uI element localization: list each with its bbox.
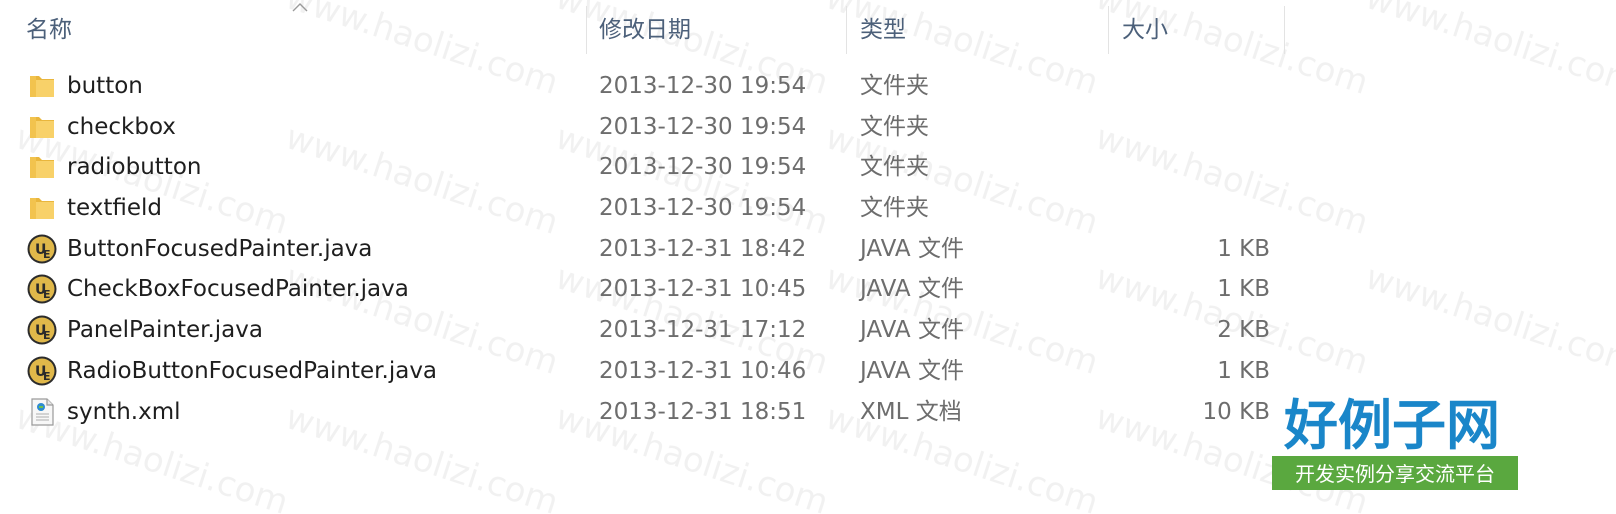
file-name: button	[67, 73, 143, 99]
file-type: 文件夹	[860, 195, 929, 222]
haolizi-logo: 好例子网 开发实例分享交流平台	[1270, 392, 1520, 492]
file-type: JAVA 文件	[860, 235, 964, 262]
file-name: radiobutton	[67, 154, 202, 181]
file-name: textfield	[67, 195, 163, 222]
file-date: 2013-12-30 19:54	[599, 113, 807, 140]
file-row[interactable]: U E RadioButtonFocusedPainter.java 2013-12-…	[0, 351, 1616, 392]
file-date: 2013-12-31 18:42	[599, 235, 807, 262]
file-row[interactable]: button 2013-12-30 19:54 文件夹	[0, 66, 1616, 107]
ue-java-file-icon: UE	[26, 314, 58, 346]
file-size: 1 KB	[1217, 235, 1270, 262]
file-row[interactable]: U E CheckBoxFocusedPainter.java 2013-12-31 …	[0, 269, 1616, 310]
file-row[interactable]: checkbox 2013-12-30 19:54 文件夹	[0, 107, 1616, 148]
file-date: 2013-12-31 10:46	[599, 357, 807, 384]
folder-icon	[26, 111, 58, 143]
file-type: JAVA 文件	[860, 357, 964, 384]
file-date: 2013-12-31 10:45	[599, 276, 807, 303]
logo-subtitle: 开发实例分享交流平台	[1295, 462, 1495, 486]
column-divider[interactable]	[1108, 6, 1109, 54]
file-type: 文件夹	[860, 154, 929, 181]
ue-java-file-icon: UE	[26, 355, 58, 387]
svg-text:E: E	[43, 248, 51, 261]
file-type: JAVA 文件	[860, 317, 964, 344]
file-type: JAVA 文件	[860, 276, 964, 303]
ue-java-file-icon: UE	[26, 233, 58, 265]
file-date: 2013-12-30 19:54	[599, 195, 807, 222]
file-row[interactable]: textfield 2013-12-30 19:54 文件夹	[0, 188, 1616, 229]
file-size	[1120, 147, 1270, 188]
file-list: button 2013-12-30 19:54 文件夹 checkbox 2013-12…	[0, 66, 1616, 432]
file-size	[1120, 66, 1270, 107]
column-divider[interactable]	[1284, 6, 1285, 54]
column-header: 名称 修改日期 类型 大小	[0, 0, 1616, 58]
file-explorer: www.haolizi.com www.haolizi.com www.haoliz…	[0, 0, 1616, 514]
ue-java-file-icon: UE	[26, 273, 58, 305]
column-header-type[interactable]: 类型	[860, 14, 906, 46]
sort-ascending-icon	[292, 3, 308, 12]
file-date: 2013-12-30 19:54	[599, 73, 807, 99]
file-name: PanelPainter.java	[67, 317, 263, 344]
svg-text:E: E	[43, 370, 51, 383]
file-date: 2013-12-30 19:54	[599, 154, 807, 181]
file-type: XML 文档	[860, 398, 962, 425]
folder-icon	[26, 192, 58, 224]
file-size: 2 KB	[1217, 317, 1270, 344]
folder-icon	[26, 151, 58, 183]
file-row[interactable]: U E PanelPainter.java 2013-12-31 17:12 JAVA …	[0, 310, 1616, 351]
logo-title: 好例子网	[1283, 394, 1500, 457]
column-header-name[interactable]: 名称	[26, 14, 72, 46]
svg-text:E: E	[43, 329, 51, 342]
file-type: 文件夹	[860, 73, 929, 99]
file-date: 2013-12-31 17:12	[599, 317, 807, 344]
file-size: 1 KB	[1217, 357, 1270, 384]
file-size: 1 KB	[1217, 276, 1270, 303]
file-name: ButtonFocusedPainter.java	[67, 235, 373, 262]
file-row[interactable]: U E ButtonFocusedPainter.java 2013-12-31 18…	[0, 229, 1616, 270]
column-divider[interactable]	[846, 6, 847, 54]
file-size	[1120, 107, 1270, 148]
file-size: 10 KB	[1202, 398, 1270, 425]
file-name: checkbox	[67, 113, 176, 140]
column-header-date[interactable]: 修改日期	[599, 14, 691, 46]
folder-icon	[26, 70, 58, 102]
xml-file-icon	[26, 396, 58, 428]
file-name: CheckBoxFocusedPainter.java	[67, 276, 409, 303]
file-name: synth.xml	[67, 398, 181, 425]
file-size	[1120, 188, 1270, 229]
file-date: 2013-12-31 18:51	[599, 398, 807, 425]
file-row[interactable]: radiobutton 2013-12-30 19:54 文件夹	[0, 147, 1616, 188]
column-header-size[interactable]: 大小	[1122, 14, 1168, 46]
file-type: 文件夹	[860, 113, 929, 140]
column-divider[interactable]	[586, 6, 587, 54]
svg-text:E: E	[43, 288, 51, 301]
file-name: RadioButtonFocusedPainter.java	[67, 357, 438, 384]
